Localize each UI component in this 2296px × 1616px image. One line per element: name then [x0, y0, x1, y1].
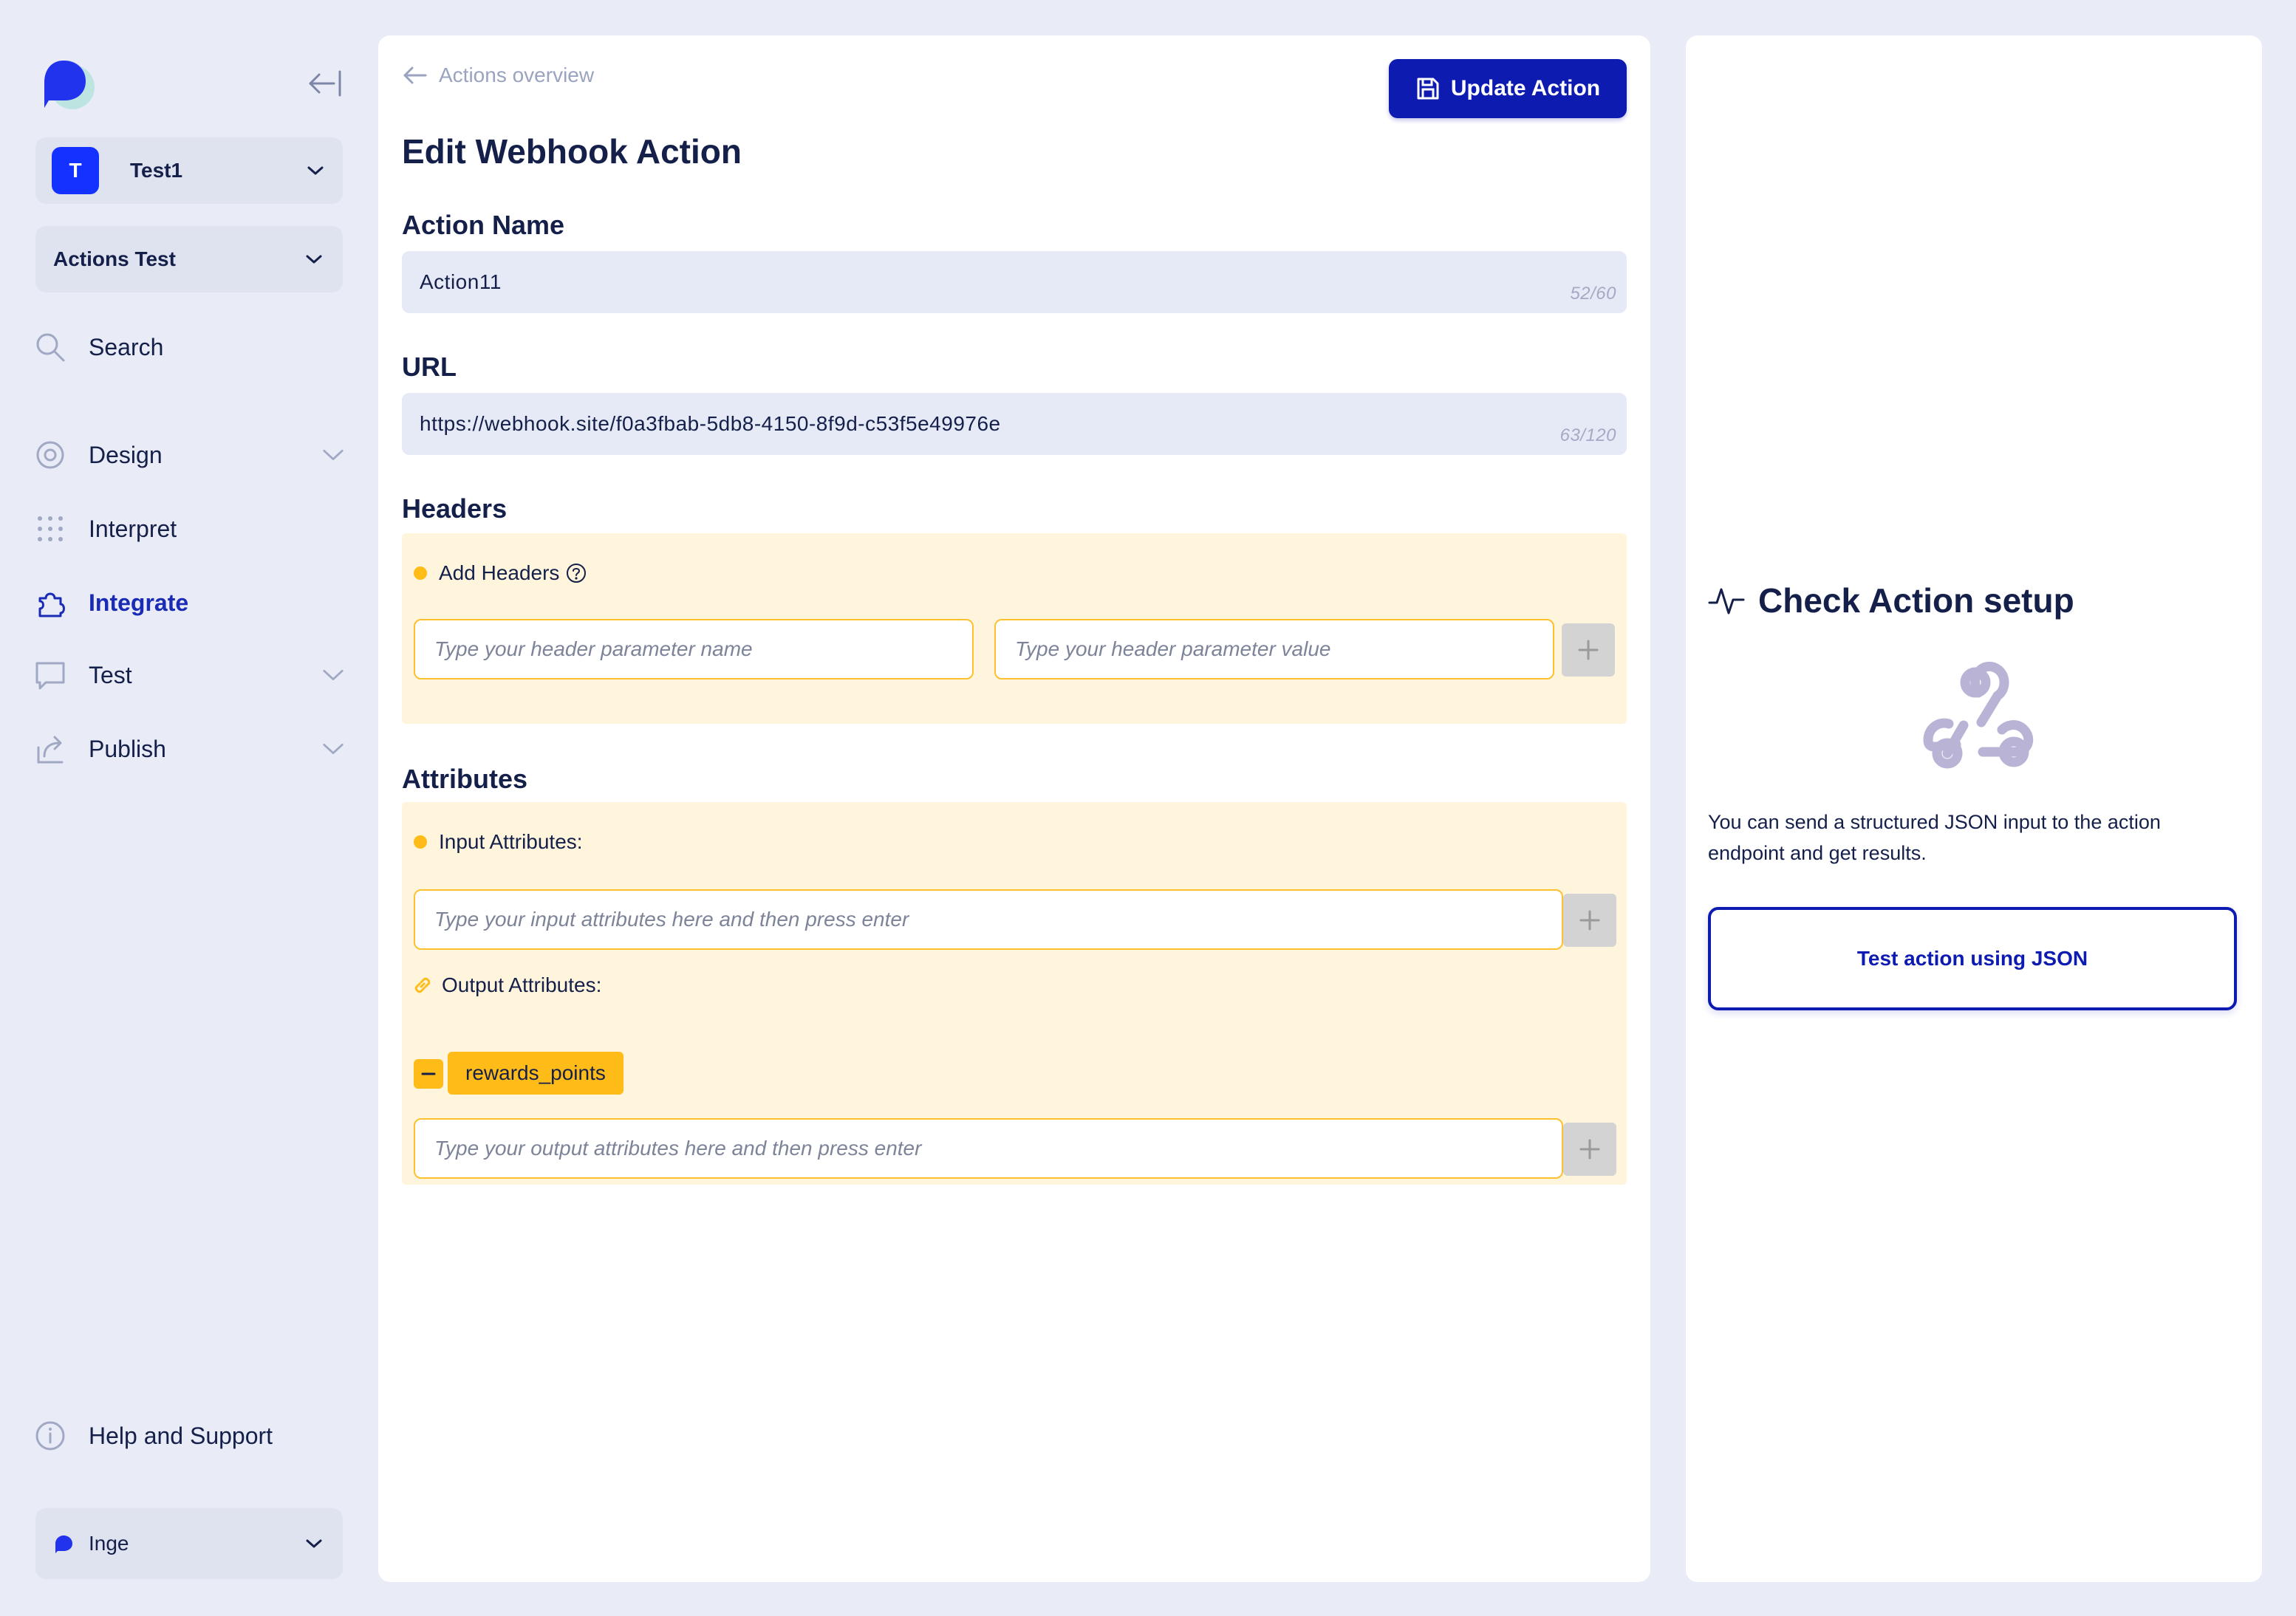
status-dot — [414, 835, 427, 849]
collapse-sidebar-icon — [309, 70, 341, 97]
add-input-attribute-button[interactable] — [1563, 894, 1616, 947]
collapse-sidebar-button[interactable] — [303, 65, 347, 102]
check-action-description: You can send a structured JSON input to … — [1708, 811, 2161, 864]
input-attributes-placeholder: Type your input attributes here and then… — [434, 908, 909, 931]
workspace-avatar: T — [52, 147, 99, 194]
save-icon — [1417, 78, 1439, 100]
workspace-select[interactable]: T Test1 — [35, 137, 343, 204]
minus-icon — [421, 1072, 436, 1075]
user-name: Inge — [89, 1532, 129, 1555]
sidebar-item-label: Integrate — [89, 589, 189, 616]
sidebar-item-label: Design — [89, 441, 163, 468]
interpret-icon — [34, 513, 66, 545]
sidebar: T Test1 Actions Test Search Design Inter… — [0, 0, 369, 1616]
breadcrumb-back-link[interactable]: Actions overview — [402, 64, 594, 87]
test-icon — [34, 659, 66, 691]
url-counter: 63/120 — [1559, 425, 1616, 445]
sidebar-item-label: Interpret — [89, 515, 177, 542]
sidebar-item-design[interactable]: Design — [34, 433, 344, 477]
attributes-label: Attributes — [402, 764, 527, 794]
chevron-down-icon — [303, 1533, 325, 1555]
output-attributes-row: Output Attributes: — [412, 973, 601, 997]
output-attributes-placeholder: Type your output attributes here and the… — [434, 1137, 922, 1160]
header-value-input[interactable]: Type your header parameter value — [994, 619, 1554, 679]
page-title: Edit Webhook Action — [402, 132, 742, 171]
output-attributes-input[interactable]: Type your output attributes here and the… — [414, 1118, 1563, 1179]
action-name-counter: 52/60 — [1570, 284, 1616, 304]
help-circle-icon[interactable] — [565, 562, 587, 584]
headers-box: Add Headers Type your header parameter n… — [402, 533, 1627, 724]
chevron-down-icon — [303, 248, 325, 270]
sidebar-item-interpret[interactable]: Interpret — [34, 507, 344, 551]
chevron-down-icon — [322, 738, 344, 760]
webhook-icon — [1912, 657, 2037, 773]
sidebar-item-label: Search — [89, 333, 164, 360]
sidebar-item-label: Help and Support — [89, 1422, 273, 1449]
chevron-down-icon — [322, 664, 344, 686]
activity-icon — [1708, 588, 1745, 614]
headers-label: Headers — [402, 493, 508, 524]
add-headers-label: Add Headers — [439, 561, 560, 584]
attributes-box: Input Attributes: Type your input attrib… — [402, 802, 1627, 1185]
sidebar-item-label: Publish — [89, 735, 166, 762]
sidebar-item-search[interactable]: Search — [34, 325, 344, 369]
test-action-json-button[interactable]: Test action using JSON — [1708, 907, 2237, 1010]
input-attributes-row: Input Attributes: — [414, 830, 583, 854]
output-attribute-chip-label: rewards_points — [465, 1061, 606, 1084]
check-action-panel: Check Action setup You can send a struct… — [1686, 35, 2262, 1582]
header-value-placeholder: Type your header parameter value — [1015, 637, 1331, 660]
status-dot — [414, 566, 427, 580]
link-icon — [414, 977, 431, 993]
publish-icon — [34, 733, 66, 765]
arrow-left-icon — [403, 66, 427, 84]
sidebar-item-publish[interactable]: Publish — [34, 727, 344, 771]
edit-action-panel: Actions overview Update Action Edit Webh… — [378, 35, 1650, 1582]
sidebar-item-label: Test — [89, 661, 132, 688]
app-window: T Test1 Actions Test Search Design Inter… — [0, 0, 2296, 1616]
add-header-button[interactable] — [1562, 623, 1615, 677]
design-icon — [34, 439, 66, 471]
input-attributes-input[interactable]: Type your input attributes here and then… — [414, 889, 1563, 950]
help-icon — [34, 1420, 66, 1452]
chevron-down-icon — [322, 444, 344, 466]
output-attribute-chip[interactable]: rewards_points — [448, 1052, 623, 1095]
update-action-label: Update Action — [1450, 76, 1601, 100]
check-action-title: Check Action setup — [1758, 581, 2074, 620]
workspace-name: Test1 — [130, 159, 183, 182]
remove-output-attribute-button[interactable] — [414, 1059, 443, 1089]
url-value: https://webhook.site/f0a3fbab-5db8-4150-… — [420, 412, 1001, 435]
project-name: Actions Test — [53, 247, 176, 270]
integrate-icon — [34, 586, 66, 619]
user-menu[interactable]: Inge — [35, 1508, 343, 1579]
add-output-attribute-button[interactable] — [1563, 1123, 1616, 1176]
project-select[interactable]: Actions Test — [35, 226, 343, 292]
action-name-input[interactable]: Action11 52/60 — [402, 251, 1627, 313]
header-name-placeholder: Type your header parameter name — [434, 637, 753, 660]
action-name-value: Action11 — [420, 270, 502, 293]
sidebar-item-help[interactable]: Help and Support — [34, 1414, 344, 1458]
url-label: URL — [402, 352, 457, 382]
output-attributes-label: Output Attributes: — [442, 973, 602, 996]
app-logo — [34, 55, 99, 117]
header-name-input[interactable]: Type your header parameter name — [414, 619, 974, 679]
search-icon — [34, 331, 66, 363]
plus-icon — [1578, 640, 1599, 660]
url-input[interactable]: https://webhook.site/f0a3fbab-5db8-4150-… — [402, 393, 1627, 455]
sidebar-item-test[interactable]: Test — [34, 653, 344, 697]
action-name-label: Action Name — [402, 210, 565, 240]
breadcrumb-label: Actions overview — [439, 64, 595, 86]
sidebar-item-integrate[interactable]: Integrate — [34, 581, 344, 625]
chevron-down-icon — [304, 160, 327, 182]
update-action-button[interactable]: Update Action — [1389, 59, 1627, 118]
check-action-header: Check Action setup — [1708, 581, 2074, 620]
add-headers-row: Add Headers — [414, 561, 587, 585]
plus-icon — [1579, 910, 1600, 931]
input-attributes-label: Input Attributes: — [439, 830, 583, 853]
plus-icon — [1579, 1139, 1600, 1160]
user-avatar-icon — [55, 1535, 72, 1553]
